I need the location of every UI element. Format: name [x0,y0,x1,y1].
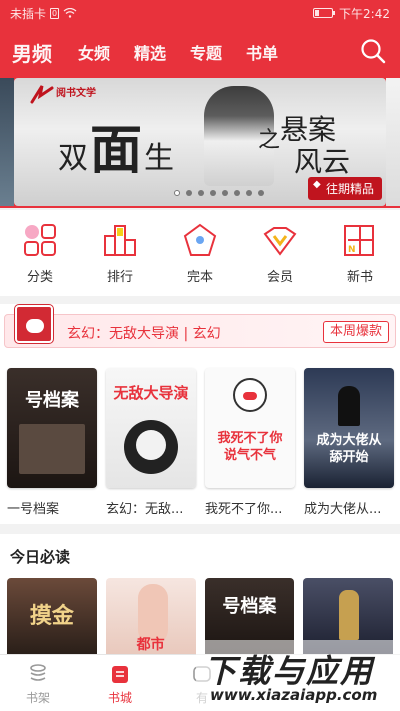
category-icon [24,224,56,256]
sim-icon: 0 [50,7,60,19]
tab-female[interactable]: 女频 [78,40,110,64]
status-left: 未插卡 0 [10,5,313,22]
carrier-text: 未插卡 [10,6,47,21]
quicknav-vip[interactable]: 会员 [240,210,320,296]
tab-booklists[interactable]: 书单 [246,40,278,64]
banner-title-tail: 生 [144,141,177,176]
publisher-name: 阅书文学 [56,88,96,99]
cover-title: 无敌大导演 [113,384,189,402]
past-picks-badge[interactable]: 往期精品 [307,177,382,200]
hot-book-text: 玄幻：无敌大导演 | 玄幻 [67,326,221,342]
banner-carousel: 阅书文学 双面生 之 悬案 风云 往期精品 [0,78,400,208]
book-title: 成为大佬从... [304,502,382,517]
carousel-dot[interactable] [234,190,240,196]
book-title: 玄幻：无敌... [106,502,184,517]
quicknav-label: 新书 [346,270,373,285]
wifi-icon [63,8,77,18]
quick-navigation: 分类 排行 完本 会员 N 新书 [0,210,400,296]
banner-title-small: 双 [58,141,90,176]
quicknav-ranking[interactable]: 排行 [80,210,160,296]
quicknav-label: 分类 [26,270,53,285]
banner-subtitle-line1: 悬案 [280,113,337,146]
quicknav-category[interactable]: 分类 [0,210,80,296]
cover-title: 号档案 [25,390,79,411]
tab-male[interactable]: 男频 [12,38,52,67]
book-card[interactable]: 成为大佬从舔开始 成为大佬从... [304,368,394,517]
weekly-hot-banner[interactable]: 玄幻：无敌大导演 | 玄幻 本周爆款 [4,305,396,348]
book-cover: 无敌大导演 [106,368,196,488]
weekly-hot-section: 玄幻：无敌大导演 | 玄幻 本周爆款 号档案 一号档案 无敌大导演 玄幻：无敌.… [0,304,400,524]
book-cover: 成为大佬从舔开始 [304,368,394,488]
carousel-dot[interactable] [222,190,228,196]
quicknav-label: 会员 [266,270,293,285]
carousel-dot[interactable] [186,190,192,196]
hot-book-list: 号档案 一号档案 无敌大导演 玄幻：无敌... 我死不了你说气不气 我死不了你.… [0,368,400,517]
completed-icon [183,223,217,256]
tab-label: 书架 [25,691,50,705]
watermark-url: www.xiazaiapp.com [210,686,378,704]
carousel-dot[interactable] [210,190,216,196]
banner-title-big: 面 [90,120,145,181]
book-title: 我死不了你... [205,502,283,517]
battery-icon [313,8,336,18]
book-card[interactable]: 无敌大导演 玄幻：无敌... [106,368,196,517]
bookstore-icon [112,666,128,683]
tab-bookshelf[interactable]: 书架 [2,655,74,711]
carousel-indicator [174,190,264,196]
vip-crown-icon [263,227,297,256]
watermark: 下载与应用 www.xiazaiapp.com [196,640,400,711]
carousel-dot[interactable] [174,190,180,196]
banner-next-slide[interactable] [386,78,400,206]
cover-title: 都市 [136,637,165,653]
weekly-hot-tag[interactable]: 本周爆款 [322,321,389,343]
book-card[interactable]: 号档案 一号档案 [7,368,97,517]
status-bar: 未插卡 0 下午2:42 [0,0,400,26]
quicknav-label: 完本 [186,270,213,285]
search-icon[interactable] [360,38,386,64]
book-card[interactable]: 我死不了你说气不气 我死不了你... [205,368,295,517]
book-cover: 我死不了你说气不气 [205,368,295,488]
book-cover[interactable]: 都市 [105,578,196,654]
tab-bookstore[interactable]: 书城 [84,655,156,711]
banner-slide[interactable]: 阅书文学 双面生 之 悬案 风云 往期精品 [14,78,386,206]
clock: 下午2:42 [339,6,390,21]
book-cover: 号档案 [7,368,97,488]
carousel-dot[interactable] [246,190,252,196]
publisher-logo-icon [30,85,54,104]
tab-label: 书城 [107,691,132,705]
tab-featured[interactable]: 精选 [134,40,166,64]
daily-must-read-section: 今日必读 摸金 都市 号档案 [0,534,400,654]
banner-subtitle-line2: 风云 [294,145,351,178]
bookshelf-icon [30,664,46,681]
banner-title: 双面生 [58,108,176,183]
status-right: 下午2:42 [313,5,390,22]
ranking-icon [104,225,136,256]
quicknav-new-books[interactable]: N 新书 [320,210,400,296]
cover-title: 成为大佬从舔开始 [316,433,382,465]
section-title: 今日必读 [10,548,71,566]
tab-topics[interactable]: 专题 [190,40,222,64]
banner-prev-slide[interactable] [0,78,14,206]
book-title: 一号档案 [7,502,60,517]
top-navigation: 男频 女频 精选 专题 书单 [0,26,400,78]
book-cover[interactable]: 摸金 [7,578,97,654]
hot-mascot-avatar [15,305,53,343]
cover-title: 我死不了你说气不气 [217,431,283,463]
cover-title: 号档案 [222,596,277,617]
quicknav-completed[interactable]: 完本 [160,210,240,296]
carousel-dot[interactable] [258,190,264,196]
banner-connector: 之 [258,128,281,153]
banner-subtitle: 悬案 风云 [280,114,350,178]
carousel-dot[interactable] [198,190,204,196]
new-book-icon: N [344,225,374,256]
cover-title: 摸金 [29,603,74,629]
quicknav-label: 排行 [106,270,133,285]
svg-text:N: N [348,245,356,255]
